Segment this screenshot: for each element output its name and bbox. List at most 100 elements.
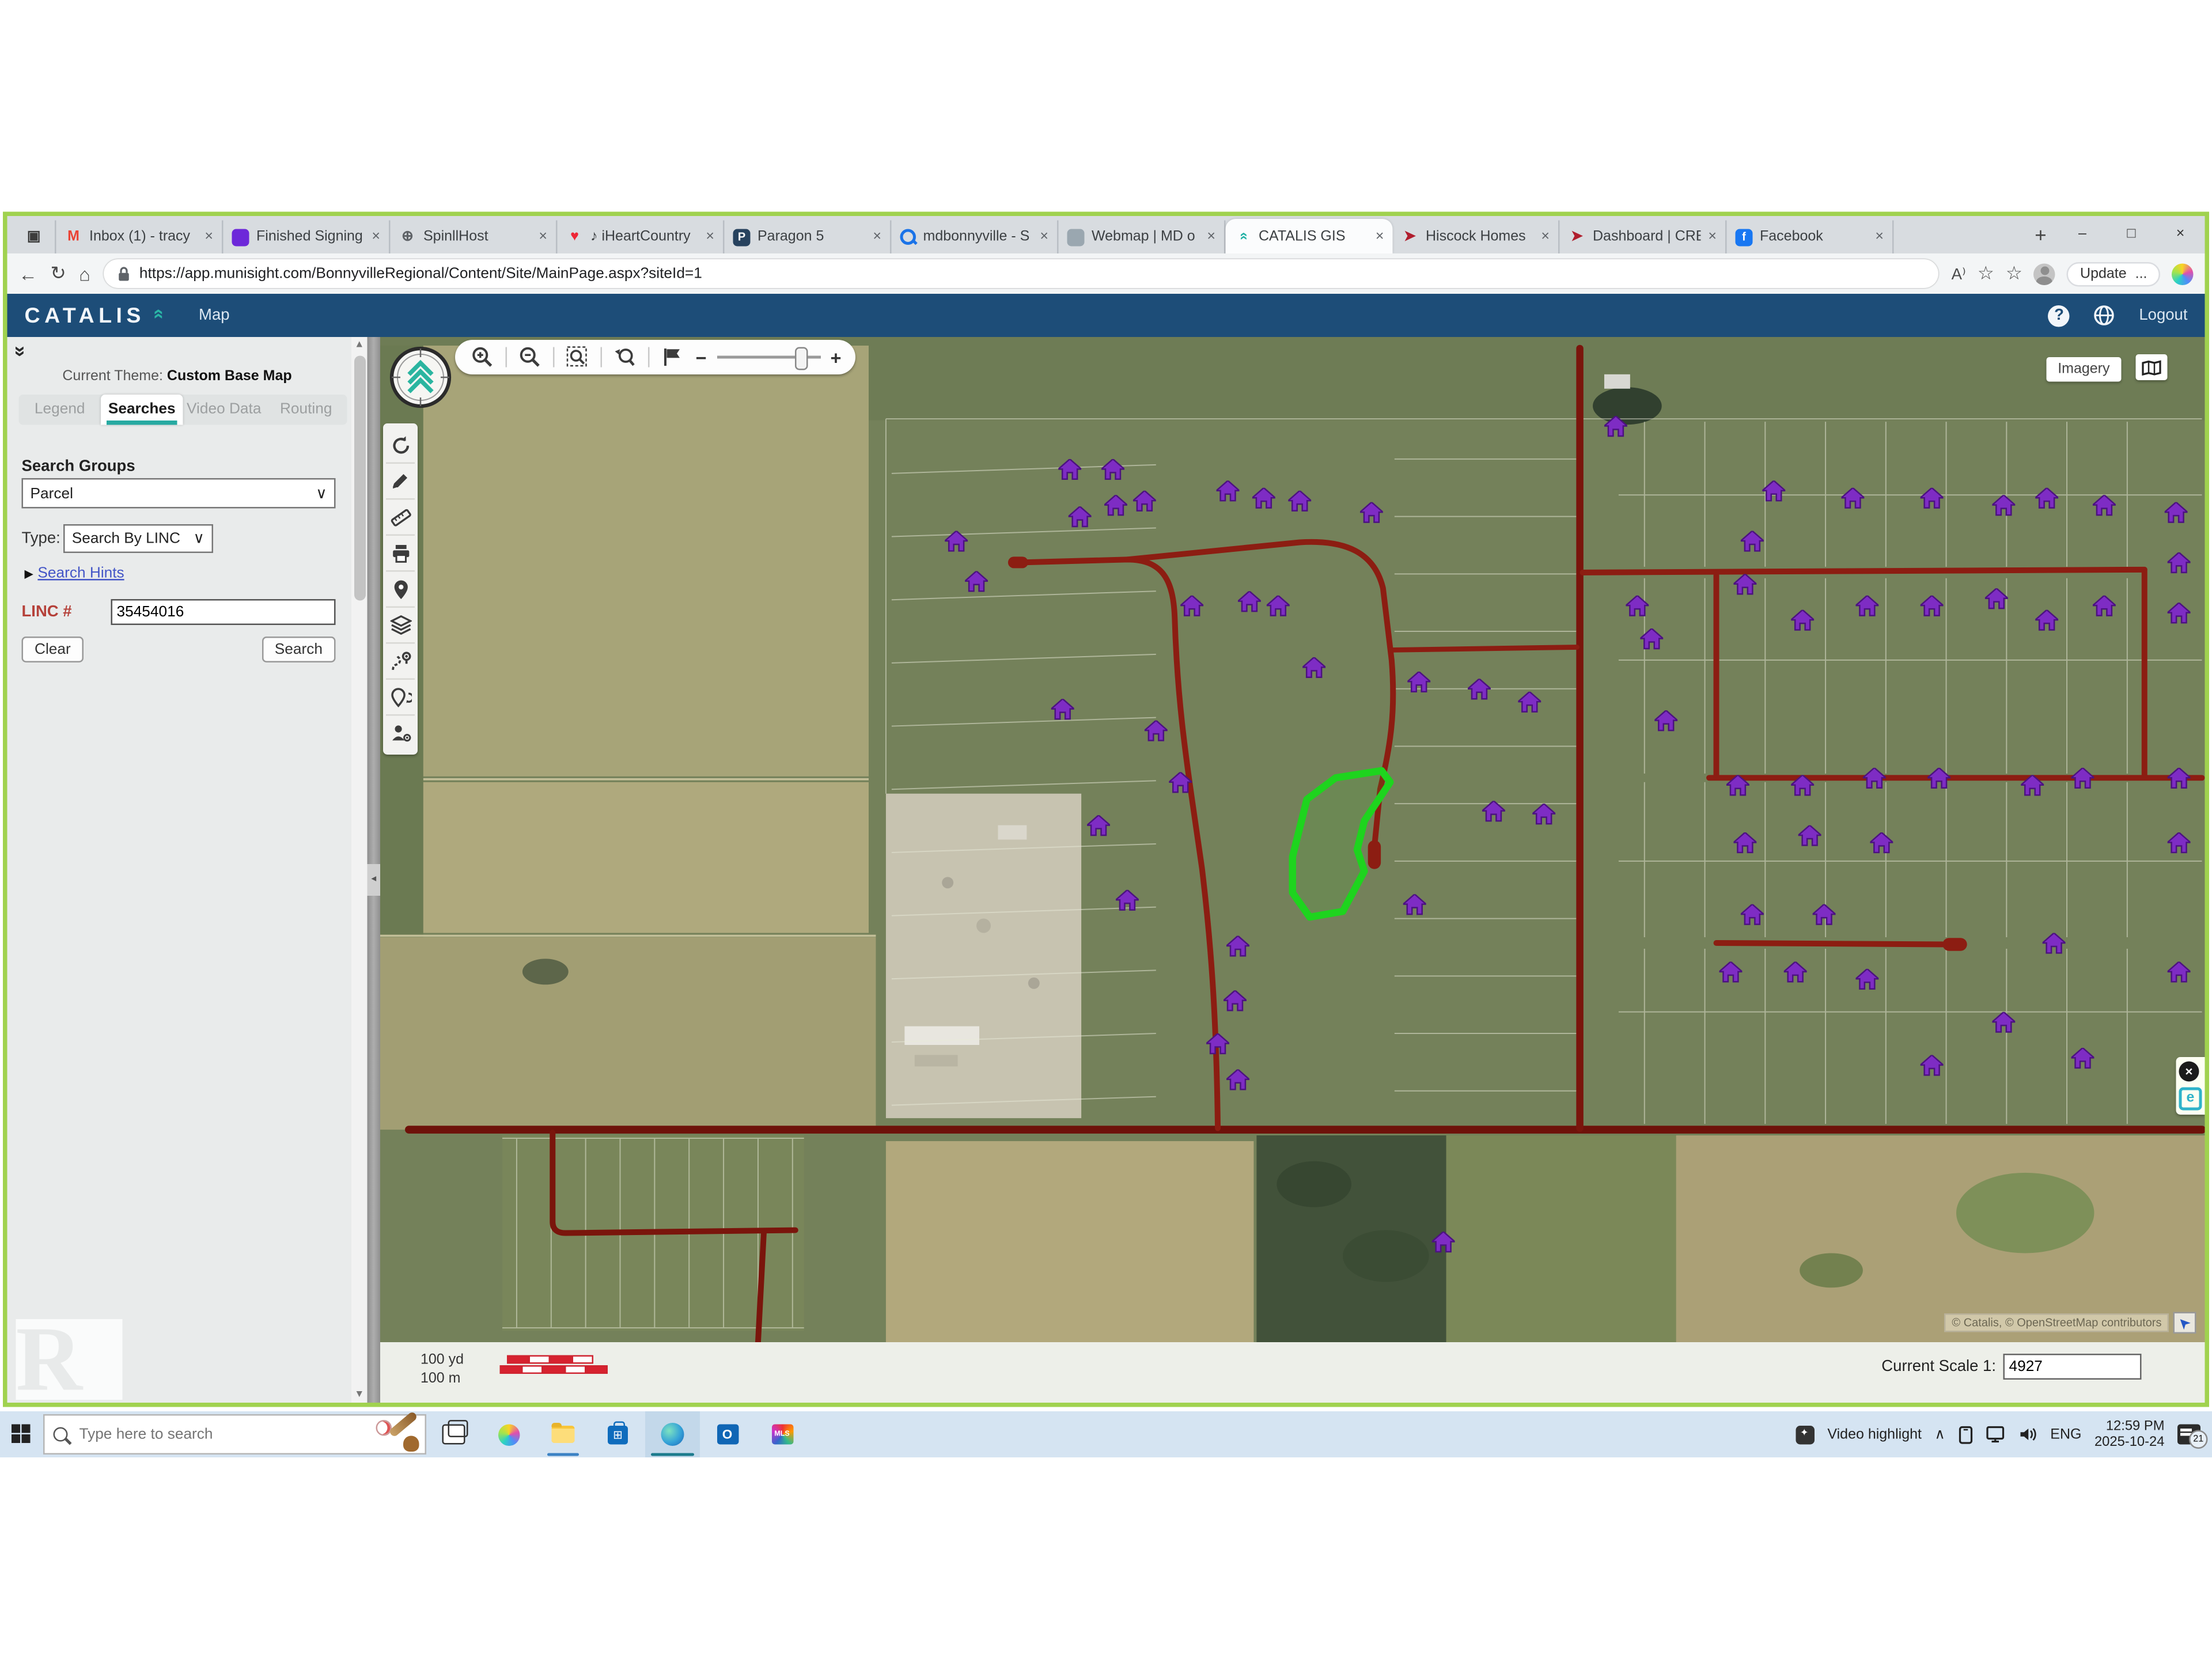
mls-app-icon[interactable]: MLS	[755, 1411, 809, 1457]
browser-tab[interactable]: mdbonnyville - S×	[892, 221, 1059, 254]
browser-tab[interactable]: PParagon 5×	[725, 221, 892, 254]
measure-ruler-icon[interactable]	[386, 500, 415, 536]
zoom-out-icon[interactable]	[517, 344, 543, 370]
browser-tab[interactable]: ▣	[13, 221, 56, 254]
linc-input[interactable]	[111, 599, 336, 625]
favorites-list-icon[interactable]: ☆	[2006, 262, 2022, 285]
imagery-button[interactable]: Imagery	[2046, 357, 2121, 382]
network-icon[interactable]	[1986, 1426, 2006, 1443]
tray-chevron-icon[interactable]: ∧	[1934, 1426, 1945, 1442]
tab-close-icon[interactable]: ×	[539, 229, 547, 245]
tab-routing[interactable]: Routing	[265, 395, 347, 425]
home-icon[interactable]: ⌂	[79, 263, 90, 285]
copilot-icon[interactable]	[2172, 263, 2194, 285]
compass-control[interactable]	[389, 346, 452, 409]
type-select[interactable]: Search By LINC ∨	[63, 524, 213, 553]
profile-avatar[interactable]	[2034, 263, 2056, 285]
close-widget-icon[interactable]: ×	[2179, 1062, 2199, 1082]
read-aloud-icon[interactable]: A⁾	[1952, 264, 1966, 283]
tab-close-icon[interactable]: ×	[706, 229, 714, 245]
ms-store-icon[interactable]: ⊞	[590, 1411, 645, 1457]
pan-arrow-icon[interactable]: ➤	[2173, 1312, 2196, 1334]
tab-close-icon[interactable]: ×	[1040, 229, 1048, 245]
print-icon[interactable]	[386, 536, 415, 572]
tab-close-icon[interactable]: ×	[1207, 229, 1215, 245]
refresh-icon[interactable]	[386, 428, 415, 464]
menu-map[interactable]: Map	[199, 307, 230, 324]
logout-button[interactable]: Logout	[2139, 307, 2187, 324]
clear-button[interactable]: Clear	[22, 637, 84, 662]
task-view-icon[interactable]	[426, 1411, 481, 1457]
minimize-button[interactable]: –	[2058, 216, 2107, 251]
e-tool-icon[interactable]: e	[2179, 1088, 2202, 1111]
search-hints-link[interactable]: Search Hints	[37, 565, 124, 582]
zoom-box-icon[interactable]	[565, 344, 590, 370]
tab-close-icon[interactable]: ×	[1541, 229, 1550, 245]
browser-tab[interactable]: «CATALIS GIS×	[1226, 219, 1393, 253]
notification-icon[interactable]: 21	[2177, 1425, 2200, 1445]
slider-minus[interactable]: −	[696, 346, 707, 368]
search-group-select[interactable]: Parcel ∨	[22, 478, 336, 509]
reload-icon[interactable]: ↻	[51, 262, 66, 285]
browser-tab[interactable]: fFacebook×	[1727, 221, 1894, 254]
current-scale-input[interactable]	[2003, 1354, 2142, 1380]
zoom-slider[interactable]	[717, 356, 820, 359]
back-icon[interactable]: ←	[19, 263, 38, 285]
tab-close-icon[interactable]: ×	[204, 229, 213, 245]
collapse-panel-icon[interactable]: »	[10, 346, 33, 357]
scroll-up-icon[interactable]: ▲	[351, 337, 368, 353]
splitter-handle[interactable]: ◂	[368, 864, 381, 896]
maximize-button[interactable]: □	[2107, 216, 2156, 251]
tab-close-icon[interactable]: ×	[1376, 228, 1384, 244]
previous-extent-icon[interactable]	[612, 344, 638, 370]
address-bar[interactable]: https://app.munisight.com/BonnyvilleRegi…	[103, 259, 1938, 288]
pan-flag-icon[interactable]	[660, 344, 685, 370]
user-settings-icon[interactable]	[386, 716, 415, 751]
more-icon[interactable]: ...	[2135, 266, 2147, 282]
browser-tab[interactable]: Webmap | MD o×	[1059, 221, 1226, 254]
tab-close-icon[interactable]: ×	[1875, 229, 1884, 245]
location-pin-icon[interactable]	[386, 572, 415, 608]
slider-plus[interactable]: +	[830, 346, 841, 368]
taskbar-search[interactable]	[43, 1414, 426, 1455]
volume-icon[interactable]	[2018, 1426, 2037, 1443]
outlook-icon[interactable]: O	[700, 1411, 755, 1457]
browser-tab[interactable]: Finished Signing×	[224, 221, 391, 254]
edge-icon[interactable]	[645, 1411, 700, 1457]
tab-searches[interactable]: Searches	[101, 395, 183, 425]
start-button[interactable]	[0, 1411, 43, 1457]
clock[interactable]: 12:59 PM 2025-10-24	[2094, 1419, 2165, 1450]
panel-splitter[interactable]: ◂	[368, 337, 381, 1403]
browser-tab[interactable]: ➤Dashboard | CRE×	[1560, 221, 1727, 254]
layers-icon[interactable]	[386, 608, 415, 644]
taskbar-search-input[interactable]	[77, 1425, 416, 1445]
phone-link-icon[interactable]	[1958, 1425, 1972, 1444]
route-icon[interactable]	[386, 644, 415, 680]
zoom-in-icon[interactable]	[469, 344, 495, 370]
tab-video-data[interactable]: Video Data	[183, 395, 266, 425]
copilot-taskbar-icon[interactable]	[481, 1411, 536, 1457]
update-button[interactable]: Update ...	[2067, 262, 2160, 286]
file-explorer-icon[interactable]	[536, 1411, 590, 1457]
map-canvas[interactable]: − + Imagery	[380, 337, 2205, 1342]
tab-close-icon[interactable]: ×	[372, 229, 380, 245]
language-globe-icon[interactable]	[2093, 304, 2116, 327]
locate-refresh-icon[interactable]	[386, 680, 415, 716]
browser-tab[interactable]: MInbox (1) - tracy×	[56, 221, 224, 254]
close-button[interactable]: ×	[2156, 216, 2205, 251]
browser-tab[interactable]: ♥♪ iHeartCountry×	[558, 221, 725, 254]
help-icon[interactable]: ?	[2048, 305, 2070, 327]
tab-legend[interactable]: Legend	[19, 395, 101, 425]
browser-tab[interactable]: ⊕SpinllHost×	[391, 221, 558, 254]
sidebar-scrollbar[interactable]: ▲ ▼	[351, 337, 368, 1403]
basemap-button[interactable]	[2136, 354, 2168, 380]
favorite-icon[interactable]: ☆	[1978, 262, 1994, 285]
search-button[interactable]: Search	[262, 637, 335, 662]
language-indicator[interactable]: ENG	[2050, 1426, 2081, 1442]
browser-tab[interactable]: ➤Hiscock Homes×	[1393, 221, 1560, 254]
new-tab-button[interactable]: +	[2024, 224, 2058, 247]
video-highlight-icon[interactable]	[1796, 1425, 1815, 1444]
expander-arrow-icon[interactable]: ▶	[25, 567, 33, 581]
scroll-down-icon[interactable]: ▼	[351, 1387, 368, 1403]
scrollbar-thumb[interactable]	[354, 356, 365, 601]
